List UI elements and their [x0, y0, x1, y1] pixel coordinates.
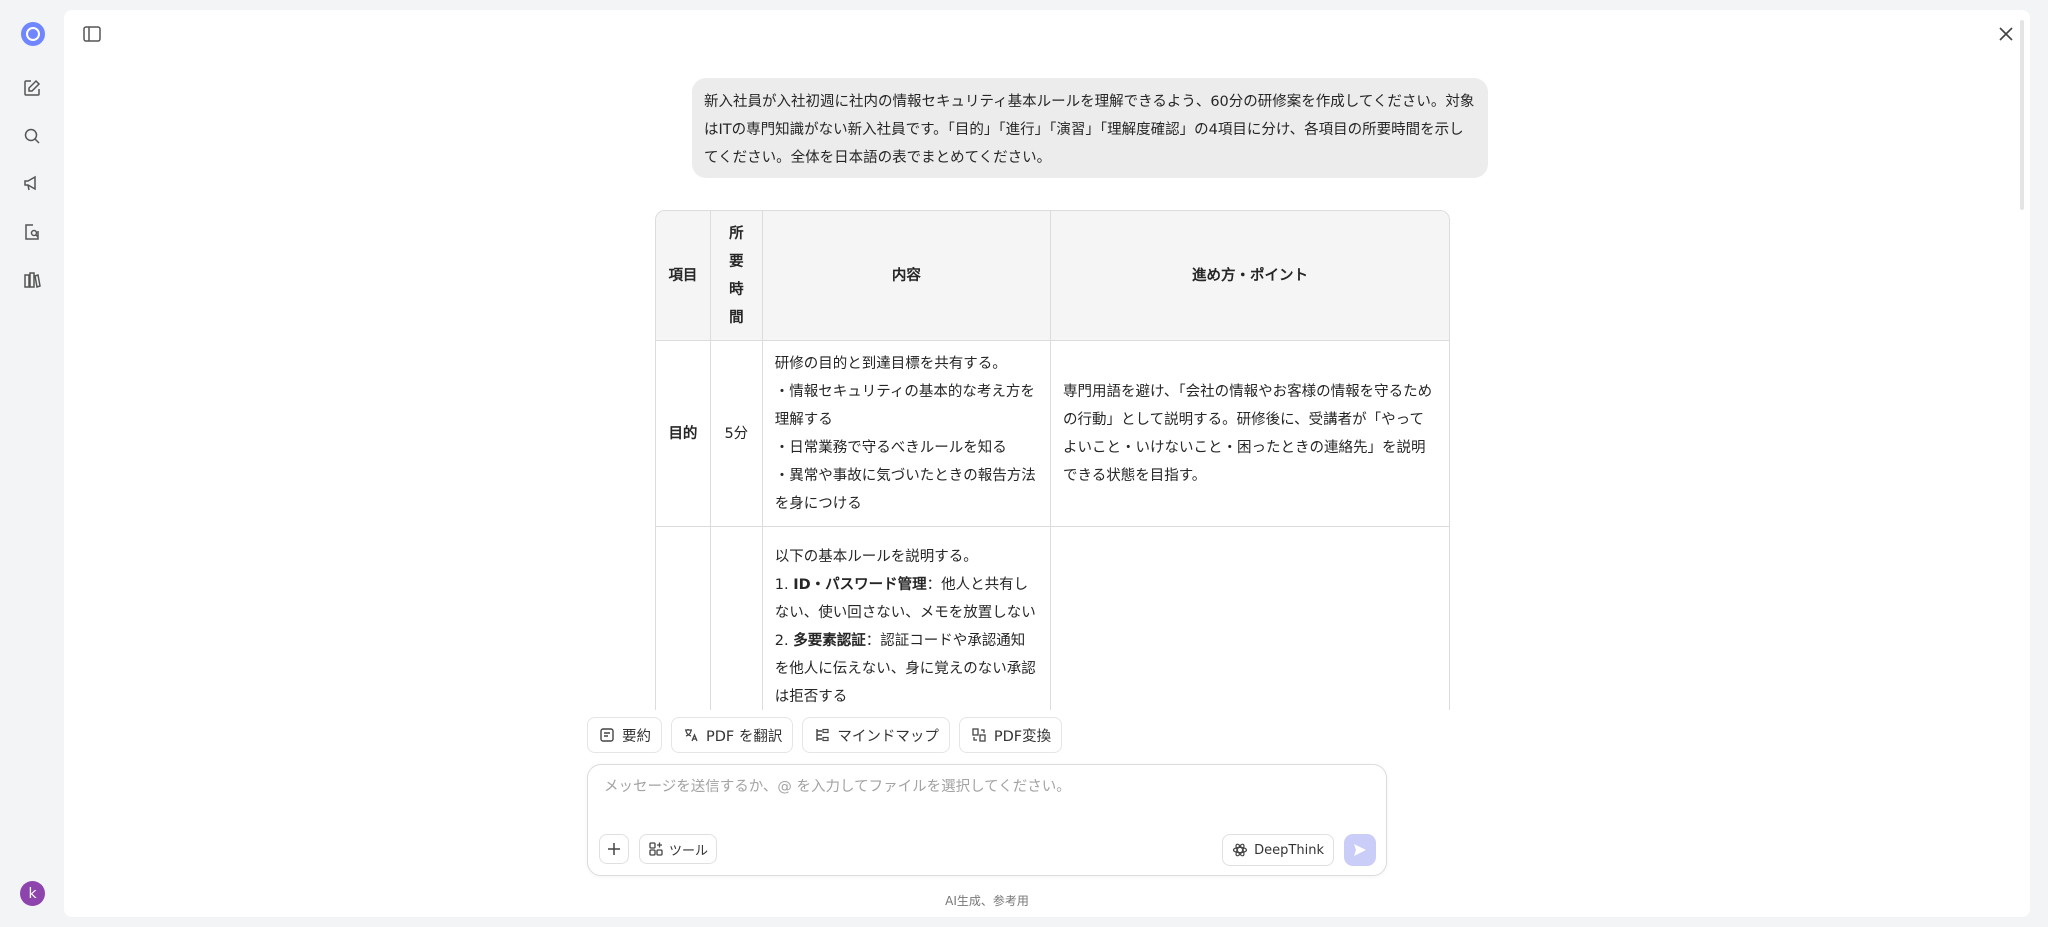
row-time: 5分 — [710, 341, 763, 527]
summary-icon — [598, 726, 616, 744]
rule-title: 多要素認証 — [793, 632, 866, 649]
tools-button[interactable]: ツール — [639, 834, 718, 864]
message-input[interactable] — [604, 779, 1364, 795]
send-icon — [1354, 844, 1366, 856]
content-line: ・異常や事故に気づいたときの報告方法を身につける — [774, 467, 1036, 512]
pdf-convert-button[interactable]: PDF変換 — [958, 717, 1063, 753]
row-content: 研修の目的と到達目標を共有する。 ・情報セキュリティの基本的な考え方を理解する … — [762, 341, 1052, 527]
rule-title: ID・パスワード管理 — [793, 576, 927, 593]
row-content: 以下の基本ルールを説明する。 1. ID・パスワード管理：他人と共有しない、使い… — [763, 527, 1052, 711]
megaphone-icon[interactable] — [22, 173, 42, 193]
mindmap-label: マインドマップ — [837, 728, 939, 745]
search-icon[interactable] — [22, 126, 42, 146]
summarize-label: 要約 — [622, 728, 651, 745]
row-item — [656, 527, 711, 710]
header-item: 項目 — [656, 211, 711, 341]
row-time — [711, 527, 763, 710]
document-search-icon[interactable] — [22, 222, 42, 242]
user-message: 新入社員が入社初週に社内の情報セキュリティ基本ルールを理解できるよう、60分の研… — [692, 78, 1488, 178]
row-points: 専門用語を避け、「会社の情報やお客様の情報を守るための行動」として説明する。研修… — [1051, 341, 1449, 527]
content-line: 1. ID・パスワード管理：他人と共有しない、使い回さない、メモを放置しない — [775, 571, 1038, 627]
mindmap-icon — [813, 726, 831, 744]
user-avatar[interactable]: k — [20, 881, 45, 906]
content-line: ・情報セキュリティの基本的な考え方を理解する — [774, 383, 1035, 428]
table-row: 目的 5分 研修の目的と到達目標を共有する。 ・情報セキュリティの基本的な考え方… — [656, 341, 1449, 527]
content-line: 研修の目的と到達目標を共有する。 — [774, 355, 1007, 372]
rule-number: 1. — [774, 576, 794, 593]
tools-icon — [649, 842, 663, 856]
attach-button[interactable] — [599, 834, 629, 864]
summarize-button[interactable]: 要約 — [587, 717, 662, 753]
row-item: 目的 — [656, 341, 711, 527]
library-icon[interactable] — [22, 270, 42, 290]
quick-actions: 要約 PDF を翻訳 マインドマップ PDF変換 — [587, 717, 1063, 753]
convert-icon — [970, 726, 988, 744]
header-time-label: 所要時間 — [729, 225, 744, 326]
ai-disclaimer: AI生成、参考用 — [945, 894, 1029, 908]
plus-icon — [608, 843, 620, 855]
rule-number: 2. — [774, 632, 794, 649]
deepthink-label: DeepThink — [1254, 842, 1324, 858]
row-points — [1051, 527, 1449, 710]
table-row: 以下の基本ルールを説明する。 1. ID・パスワード管理：他人と共有しない、使い… — [656, 527, 1449, 710]
new-chat-icon[interactable] — [22, 78, 42, 98]
content-line: ・日常業務で守るべきルールを知る — [774, 439, 1007, 456]
training-plan-table: 項目 所要時間 内容 進め方・ポイント 目的 5分 研修の目的と到達目標を共有す… — [655, 210, 1450, 710]
header-content: 内容 — [762, 211, 1052, 341]
tools-label: ツール — [669, 843, 709, 859]
pdf-convert-label: PDF変換 — [993, 728, 1052, 745]
translate-pdf-label: PDF を翻訳 — [706, 728, 783, 745]
atom-icon — [1233, 843, 1248, 857]
left-rail: k — [0, 0, 64, 927]
conversation-area: 新入社員が入社初週に社内の情報セキュリティ基本ルールを理解できるよう、60分の研… — [64, 10, 2030, 710]
mindmap-button[interactable]: マインドマップ — [802, 717, 950, 753]
deepthink-toggle[interactable]: DeepThink — [1222, 834, 1334, 866]
translate-pdf-button[interactable]: PDF を翻訳 — [671, 717, 794, 753]
send-button[interactable] — [1344, 834, 1376, 866]
content-line: 以下の基本ルールを説明する。 — [774, 548, 978, 565]
app-logo-icon[interactable] — [21, 22, 45, 46]
header-points: 進め方・ポイント — [1051, 211, 1449, 341]
message-composer: ツール DeepThink — [587, 764, 1387, 876]
header-time: 所要時間 — [710, 211, 763, 341]
translate-icon — [682, 726, 700, 744]
content-line: 2. 多要素認証：認証コードや承認通知を他人に伝えない、身に覚えのない承認は拒否… — [775, 627, 1038, 711]
